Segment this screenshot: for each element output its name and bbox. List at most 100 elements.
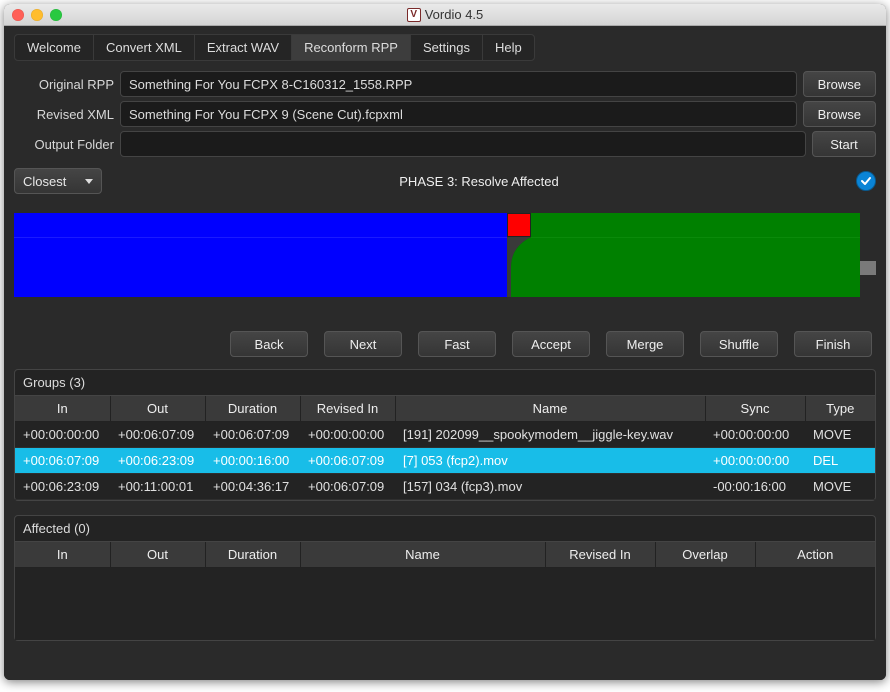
titlebar: V Vordio 4.5 xyxy=(4,4,886,26)
action-row: Back Next Fast Accept Merge Shuffle Fini… xyxy=(14,331,876,357)
timeline-blue-bottom xyxy=(14,237,507,297)
revised-xml-field[interactable] xyxy=(120,101,797,127)
groups-panel: Groups (3) InOutDurationRevised InNameSy… xyxy=(14,369,876,501)
tab-bar: WelcomeConvert XMLExtract WAVReconform R… xyxy=(14,34,535,61)
cell-rev: +00:06:07:09 xyxy=(300,448,395,474)
groups-col-in[interactable]: In xyxy=(15,396,110,422)
output-folder-field[interactable] xyxy=(120,131,806,157)
tab-settings[interactable]: Settings xyxy=(411,35,483,60)
affected-col-action[interactable]: Action xyxy=(755,542,875,568)
table-row[interactable]: +00:06:23:09+00:11:00:01+00:04:36:17+00:… xyxy=(15,474,875,500)
affected-col-in[interactable]: In xyxy=(15,542,110,568)
groups-panel-header: Groups (3) xyxy=(15,370,875,396)
shuffle-button[interactable]: Shuffle xyxy=(700,331,778,357)
phase-label: PHASE 3: Resolve Affected xyxy=(102,174,856,189)
revised-xml-label: Revised XML xyxy=(14,107,114,122)
cell-name: [157] 034 (fcp3).mov xyxy=(395,474,705,500)
fast-button[interactable]: Fast xyxy=(418,331,496,357)
affected-table-header: InOutDurationNameRevised InOverlapAction xyxy=(15,542,875,568)
original-rpp-label: Original RPP xyxy=(14,77,114,92)
merge-button[interactable]: Merge xyxy=(606,331,684,357)
cell-out: +00:11:00:01 xyxy=(110,474,205,500)
affected-col-duration[interactable]: Duration xyxy=(205,542,300,568)
original-rpp-field[interactable] xyxy=(120,71,797,97)
cell-in: +00:06:23:09 xyxy=(15,474,110,500)
finish-button[interactable]: Finish xyxy=(794,331,872,357)
tab-extract-wav[interactable]: Extract WAV xyxy=(195,35,292,60)
form: Original RPP Browse Revised XML Browse O… xyxy=(14,71,876,157)
cell-type: MOVE xyxy=(805,422,875,448)
groups-col-duration[interactable]: Duration xyxy=(205,396,300,422)
original-rpp-row: Original RPP Browse xyxy=(14,71,876,97)
groups-col-sync[interactable]: Sync xyxy=(705,396,805,422)
cell-out: +00:06:07:09 xyxy=(110,422,205,448)
groups-col-type[interactable]: Type xyxy=(805,396,875,422)
cell-in: +00:00:00:00 xyxy=(15,422,110,448)
cell-type: DEL xyxy=(805,448,875,474)
timeline-gap xyxy=(507,237,531,297)
tab-convert-xml[interactable]: Convert XML xyxy=(94,35,195,60)
accept-button[interactable]: Accept xyxy=(512,331,590,357)
timeline-green-bottom xyxy=(531,237,860,297)
mode-dropdown[interactable]: Closest xyxy=(14,168,102,194)
affected-table: InOutDurationNameRevised InOverlapAction xyxy=(15,542,875,568)
groups-col-revised-in[interactable]: Revised In xyxy=(300,396,395,422)
content: WelcomeConvert XMLExtract WAVReconform R… xyxy=(4,26,886,680)
tab-welcome[interactable]: Welcome xyxy=(15,35,94,60)
affected-col-revised-in[interactable]: Revised In xyxy=(545,542,655,568)
start-button[interactable]: Start xyxy=(812,131,876,157)
timeline-blue-top xyxy=(14,213,507,237)
phase-row: Closest PHASE 3: Resolve Affected xyxy=(14,167,876,195)
tab-reconform-rpp[interactable]: Reconform RPP xyxy=(292,35,411,60)
cell-type: MOVE xyxy=(805,474,875,500)
cell-sync: +00:00:00:00 xyxy=(705,448,805,474)
check-icon xyxy=(860,175,872,187)
affected-col-name[interactable]: Name xyxy=(300,542,545,568)
browse-revised-button[interactable]: Browse xyxy=(803,101,876,127)
browse-original-button[interactable]: Browse xyxy=(803,71,876,97)
groups-table-body: +00:00:00:00+00:06:07:09+00:06:07:09+00:… xyxy=(15,422,875,500)
cell-rev: +00:00:00:00 xyxy=(300,422,395,448)
app-window: V Vordio 4.5 WelcomeConvert XMLExtract W… xyxy=(4,4,886,680)
back-button[interactable]: Back xyxy=(230,331,308,357)
timeline-end-marker xyxy=(860,261,876,275)
cell-name: [191] 202099__spookymodem__jiggle-key.wa… xyxy=(395,422,705,448)
mode-dropdown-label: Closest xyxy=(23,174,66,189)
table-row[interactable]: +00:00:00:00+00:06:07:09+00:06:07:09+00:… xyxy=(15,422,875,448)
timeline-wrap xyxy=(14,213,876,297)
chevron-down-icon xyxy=(85,179,93,184)
timeline-row-top xyxy=(14,213,876,237)
next-button[interactable]: Next xyxy=(324,331,402,357)
cell-dur: +00:00:16:00 xyxy=(205,448,300,474)
timeline[interactable] xyxy=(14,213,876,297)
output-folder-row: Output Folder Start xyxy=(14,131,876,157)
cell-name: [7] 053 (fcp2).mov xyxy=(395,448,705,474)
affected-panel: Affected (0) InOutDurationNameRevised In… xyxy=(14,515,876,641)
groups-table-header: InOutDurationRevised InNameSyncType xyxy=(15,396,875,422)
timeline-red-marker xyxy=(507,213,531,237)
groups-table: InOutDurationRevised InNameSyncType +00:… xyxy=(15,396,875,500)
affected-col-out[interactable]: Out xyxy=(110,542,205,568)
cell-in: +00:06:07:09 xyxy=(15,448,110,474)
affected-table-body xyxy=(15,568,875,640)
cell-out: +00:06:23:09 xyxy=(110,448,205,474)
output-folder-label: Output Folder xyxy=(14,137,114,152)
timeline-row-bottom xyxy=(14,237,876,297)
table-row[interactable]: +00:06:07:09+00:06:23:09+00:00:16:00+00:… xyxy=(15,448,875,474)
affected-panel-header: Affected (0) xyxy=(15,516,875,542)
groups-col-out[interactable]: Out xyxy=(110,396,205,422)
cell-rev: +00:06:07:09 xyxy=(300,474,395,500)
cell-dur: +00:04:36:17 xyxy=(205,474,300,500)
revised-xml-row: Revised XML Browse xyxy=(14,101,876,127)
cell-sync: -00:00:16:00 xyxy=(705,474,805,500)
check-badge[interactable] xyxy=(856,171,876,191)
window-title: V Vordio 4.5 xyxy=(4,7,886,22)
app-icon: V xyxy=(407,8,421,22)
groups-col-name[interactable]: Name xyxy=(395,396,705,422)
cell-dur: +00:06:07:09 xyxy=(205,422,300,448)
timeline-green-top xyxy=(531,213,860,237)
cell-sync: +00:00:00:00 xyxy=(705,422,805,448)
tab-help[interactable]: Help xyxy=(483,35,534,60)
affected-col-overlap[interactable]: Overlap xyxy=(655,542,755,568)
window-title-text: Vordio 4.5 xyxy=(425,7,484,22)
